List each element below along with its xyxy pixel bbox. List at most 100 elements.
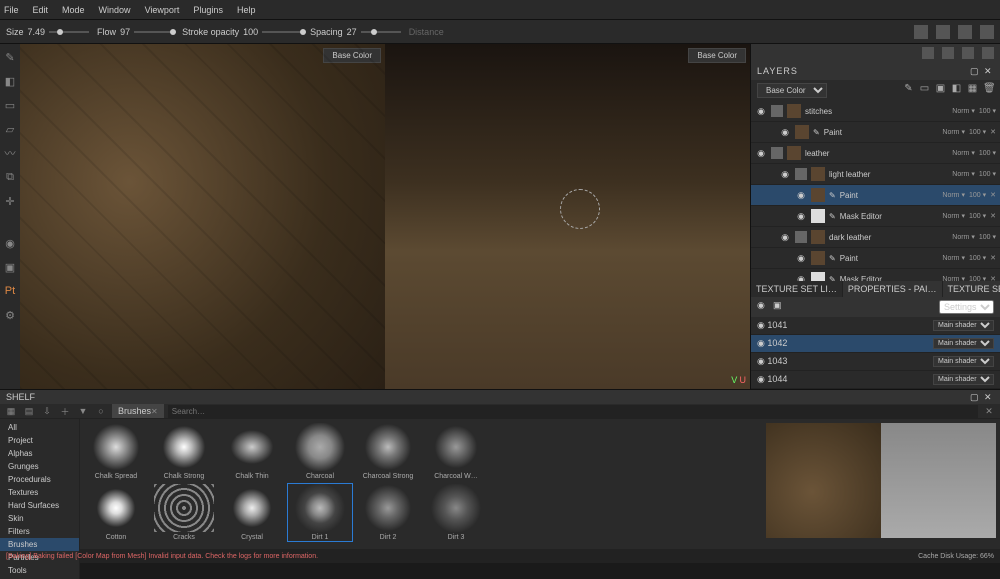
layer-opacity[interactable]: 100 ▾ — [969, 254, 986, 262]
shelf-import-icon[interactable]: ⇩ — [40, 404, 54, 418]
layer-blend[interactable]: Norm ▾ — [952, 149, 975, 157]
layer-blend[interactable]: Norm ▾ — [942, 254, 965, 262]
layer-blend[interactable]: Norm ▾ — [942, 128, 965, 136]
layer-row[interactable]: ◉dark leatherNorm ▾100 ▾ — [751, 227, 1000, 248]
shader-dropdown[interactable]: Main shader — [933, 356, 994, 367]
channel-dropdown-2d[interactable]: Base Color — [688, 48, 746, 63]
visibility-icon[interactable]: ◉ — [779, 232, 791, 243]
geometry-icon[interactable]: ▣ — [3, 260, 17, 274]
brush-preset[interactable]: Cracks — [152, 484, 216, 541]
smudge-tool-icon[interactable]: 〰 — [3, 146, 17, 160]
layer-row[interactable]: ◉leatherNorm ▾100 ▾ — [751, 143, 1000, 164]
visibility-icon[interactable]: ◉ — [779, 127, 791, 138]
ts-settings-dropdown[interactable]: Settings — [939, 300, 994, 314]
visibility-icon[interactable]: ◉ — [795, 274, 807, 282]
brush-preset[interactable]: Charcoal — [288, 423, 352, 480]
visibility-icon[interactable]: ◉ — [755, 148, 767, 159]
opacity-slider[interactable]: Stroke opacity 100 — [182, 27, 302, 37]
shelf-category[interactable]: Tools — [0, 564, 79, 577]
layer-opacity[interactable]: 100 ▾ — [969, 212, 986, 220]
render-icon[interactable] — [958, 25, 972, 39]
quick-mask-icon[interactable]: ◉ — [3, 236, 17, 250]
brush-preset[interactable]: Charcoal Strong — [356, 423, 420, 480]
eraser-tool-icon[interactable]: ◧ — [3, 74, 17, 88]
tab-properties[interactable]: PROPERTIES - PAI… — [843, 281, 943, 297]
shelf-clear-icon[interactable]: ✕ — [982, 404, 996, 418]
layer-row[interactable]: ◉✎Mask EditorNorm ▾100 ▾✕ — [751, 269, 1000, 281]
spacing-slider[interactable]: Spacing 27 — [310, 27, 401, 37]
layer-opacity[interactable]: 100 ▾ — [979, 233, 996, 241]
add-fill-icon[interactable]: ◧ — [951, 83, 962, 94]
brush-preset[interactable]: Chalk Strong — [152, 423, 216, 480]
menu-edit[interactable]: Edit — [33, 5, 49, 15]
ts-icon[interactable]: ▣ — [773, 300, 783, 310]
shelf-filter-icon[interactable]: ▼ — [76, 404, 90, 418]
layer-close-icon[interactable]: ✕ — [990, 191, 996, 199]
brush-preset[interactable]: Chalk Spread — [84, 423, 148, 480]
shader-dropdown[interactable]: Main shader — [933, 374, 994, 385]
viewport-mode-icon[interactable] — [914, 25, 928, 39]
menu-plugins[interactable]: Plugins — [193, 5, 223, 15]
layer-blend[interactable]: Norm ▾ — [942, 191, 965, 199]
menu-viewport[interactable]: Viewport — [145, 5, 180, 15]
shelf-category[interactable]: Textures — [0, 486, 79, 499]
layer-channel-dropdown[interactable]: Base Color — [757, 83, 827, 98]
capture-icon[interactable] — [980, 25, 994, 39]
visibility-icon[interactable]: ◉ — [757, 320, 765, 330]
visibility-icon[interactable]: ◉ — [779, 169, 791, 180]
viewport-2d[interactable]: Base Color YX V U — [385, 44, 750, 389]
shelf-category[interactable]: All — [0, 421, 79, 434]
shelf-add-icon[interactable]: ＋ — [58, 404, 72, 418]
layer-row[interactable]: ◉✎PaintNorm ▾100 ▾✕ — [751, 122, 1000, 143]
shelf-category[interactable]: Skin — [0, 512, 79, 525]
camera-icon[interactable] — [936, 25, 950, 39]
layer-row[interactable]: ◉stitchesNorm ▾100 ▾ — [751, 101, 1000, 122]
layer-blend[interactable]: Norm ▾ — [952, 170, 975, 178]
clone-tool-icon[interactable]: ⧉ — [3, 170, 17, 184]
brush-preset[interactable]: Dirt 2 — [356, 484, 420, 541]
paint-tool-icon[interactable]: ✎ — [3, 50, 17, 64]
settings-icon[interactable]: ⚙ — [3, 308, 17, 322]
shelf-category[interactable]: Brushes — [0, 538, 79, 551]
layer-blend[interactable]: Norm ▾ — [942, 212, 965, 220]
brush-preset[interactable]: Dirt 3 — [424, 484, 488, 541]
ts-icon[interactable]: ◉ — [757, 300, 767, 310]
viewport-3d[interactable]: Base Color — [20, 44, 385, 389]
projection-tool-icon[interactable]: ▭ — [3, 98, 17, 112]
layer-blend[interactable]: Norm ▾ — [952, 107, 975, 115]
menu-file[interactable]: File — [4, 5, 19, 15]
brush-preset[interactable]: Chalk Thin — [220, 423, 284, 480]
add-effect-icon[interactable]: ▭ — [919, 83, 930, 94]
visibility-icon[interactable]: ◉ — [795, 211, 807, 222]
add-group-icon[interactable]: ▣ — [935, 83, 946, 94]
add-mask-icon[interactable]: ✎ — [903, 83, 914, 94]
panel-icon[interactable] — [982, 47, 994, 59]
visibility-icon[interactable]: ◉ — [755, 106, 767, 117]
shelf-search-icon[interactable]: ○ — [94, 404, 108, 418]
layer-opacity[interactable]: 100 ▾ — [979, 107, 996, 115]
layer-opacity[interactable]: 100 ▾ — [979, 149, 996, 157]
layer-opacity[interactable]: 100 ▾ — [969, 128, 986, 136]
texture-set-row[interactable]: ◉ 1044Main shader — [751, 371, 1000, 389]
shelf-category[interactable]: Procedurals — [0, 473, 79, 486]
layer-row[interactable]: ◉✎Mask EditorNorm ▾100 ▾✕ — [751, 206, 1000, 227]
visibility-icon[interactable]: ◉ — [757, 374, 765, 384]
panel-icon[interactable] — [942, 47, 954, 59]
size-slider[interactable]: Size 7.49 — [6, 27, 89, 37]
texture-set-row[interactable]: ◉ 1043Main shader — [751, 353, 1000, 371]
channel-dropdown-3d[interactable]: Base Color — [323, 48, 381, 63]
add-layer-icon[interactable]: ▦ — [967, 83, 978, 94]
tab-texture-set-list[interactable]: TEXTURE SET LI… — [751, 281, 843, 297]
undock-icon[interactable]: ▢ — [970, 392, 980, 402]
layer-close-icon[interactable]: ✕ — [990, 128, 996, 136]
close-icon[interactable]: ✕ — [984, 392, 994, 402]
menu-mode[interactable]: Mode — [62, 5, 85, 15]
brush-preset[interactable]: Charcoal W… — [424, 423, 488, 480]
substance-icon[interactable]: Pt — [3, 284, 17, 298]
close-icon[interactable]: ✕ — [984, 66, 994, 76]
layer-blend[interactable]: Norm ▾ — [952, 233, 975, 241]
panel-icon[interactable] — [962, 47, 974, 59]
layer-row[interactable]: ◉light leatherNorm ▾100 ▾ — [751, 164, 1000, 185]
texture-set-row[interactable]: ◉ 1041Main shader — [751, 317, 1000, 335]
shader-dropdown[interactable]: Main shader — [933, 320, 994, 331]
